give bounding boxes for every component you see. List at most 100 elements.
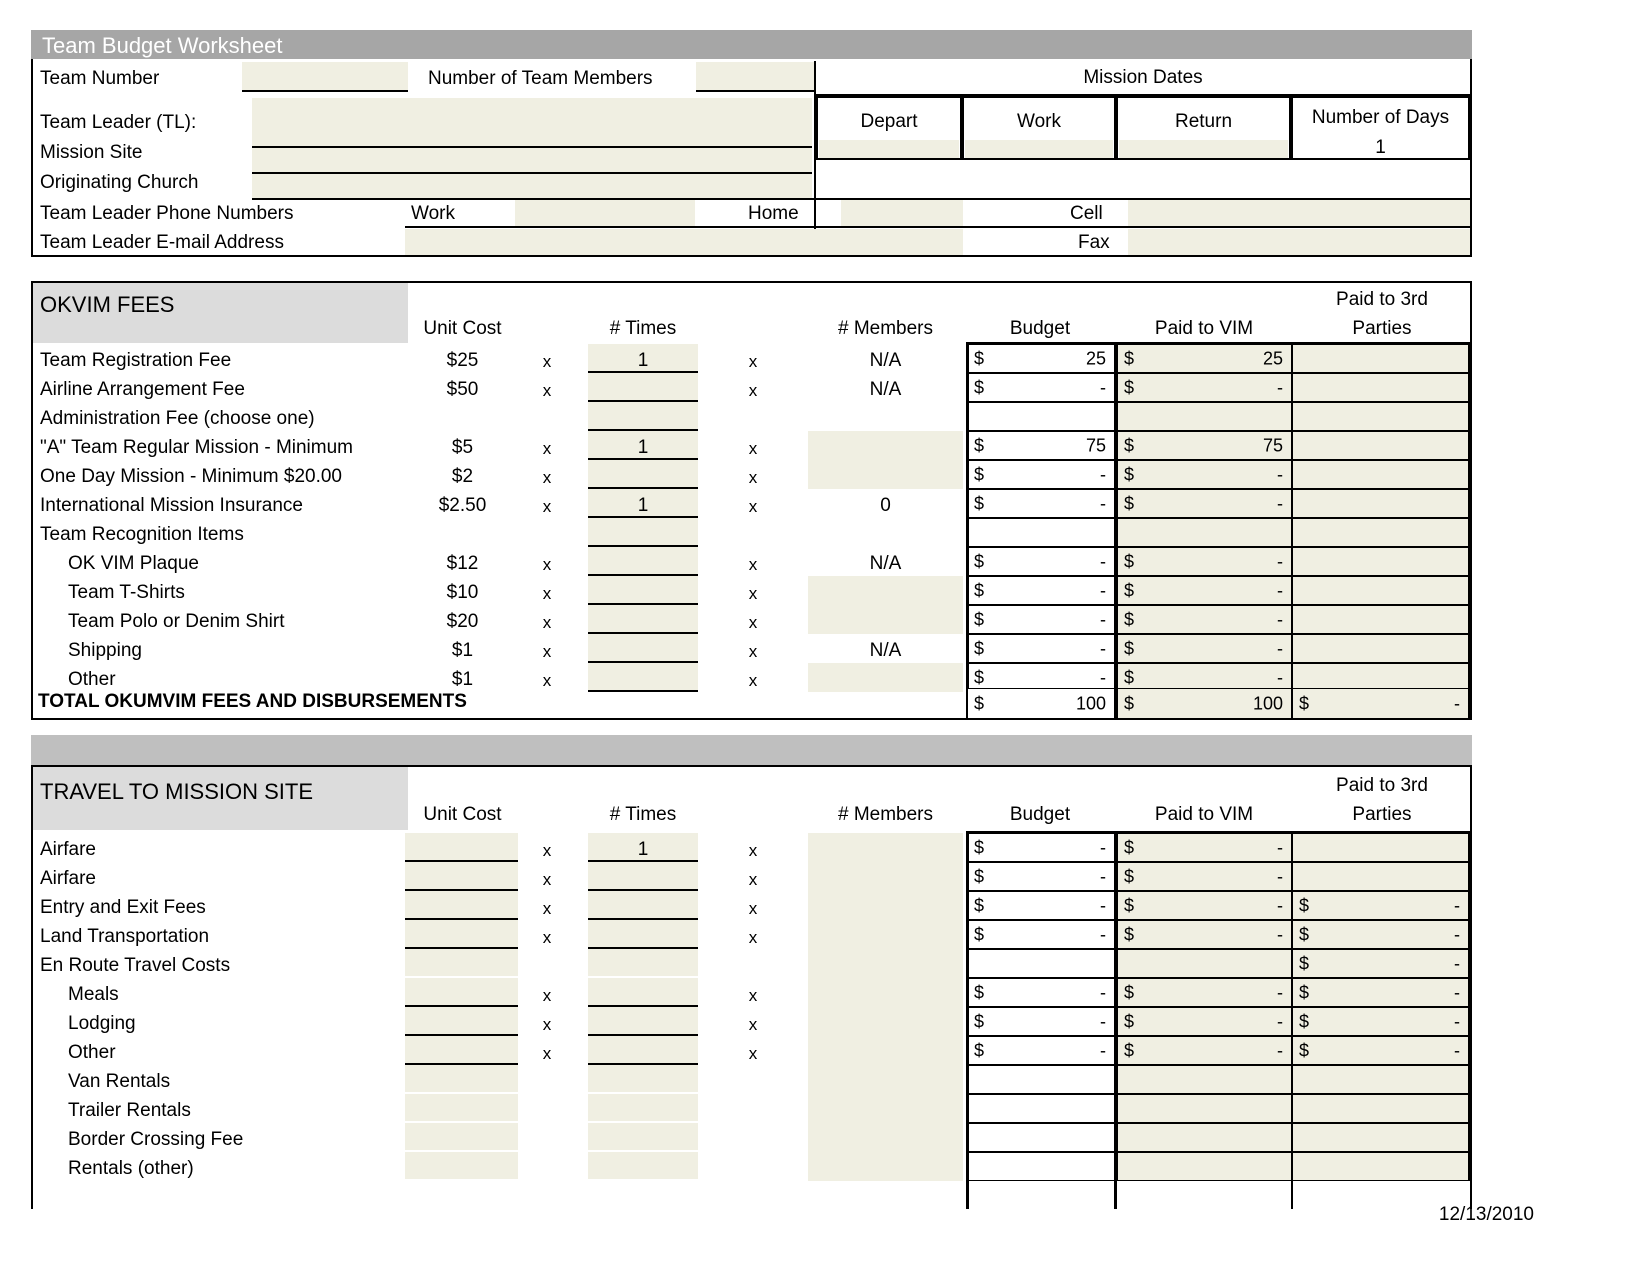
fax-input[interactable] [1128,229,1470,255]
times-input[interactable] [588,547,698,574]
paid-to-vim-cell: $25 [1116,344,1293,373]
times-input[interactable] [588,663,698,690]
members-input[interactable] [808,1152,963,1181]
times-input[interactable] [588,1152,698,1179]
members-value: N/A [869,350,902,371]
currency-symbol: $ [1124,580,1135,600]
unit-cost-input[interactable] [405,862,518,889]
unit-cost-input[interactable] [405,1152,518,1179]
paid-to-third-cell: $ - [1291,1007,1470,1036]
members-input[interactable] [808,460,963,489]
operator-x: x [542,1015,552,1034]
unit-cost-input[interactable] [405,1123,518,1150]
members-input[interactable] [808,1065,963,1094]
members-input[interactable] [808,978,963,1007]
currency-symbol: $ [1124,837,1135,857]
times-input[interactable] [588,576,698,603]
paid-to-third-value: - [1454,982,1460,1002]
team-number-input[interactable] [242,62,408,90]
row-label: En Route Travel Costs [40,955,231,976]
members-input[interactable] [808,920,963,949]
work-phone-input[interactable] [515,200,695,226]
times-input[interactable] [588,862,698,889]
email-input[interactable] [405,229,963,255]
mission-work-value-input[interactable] [965,140,1113,158]
members-value: N/A [869,640,902,661]
times-input[interactable] [588,978,698,1005]
cell-phone-input[interactable] [1128,200,1470,226]
times-input[interactable] [588,373,698,400]
budget-cell: $ - [966,1007,1116,1036]
team-leader-input[interactable] [252,98,812,146]
currency-symbol: $ [974,924,985,944]
currency-symbol: $ [974,1011,985,1031]
members-input[interactable] [808,605,963,634]
unit-cost-value: $2.50 [438,495,487,516]
times-input[interactable] [588,634,698,661]
travel-col-third-line1: Paid to 3rd [1336,775,1428,796]
unit-cost-input[interactable] [405,1007,518,1034]
row-label: Trailer Rentals [68,1100,191,1121]
times-input[interactable] [588,460,698,487]
unit-cost-input[interactable] [405,978,518,1005]
members-input[interactable] [808,1123,963,1152]
operator-x: x [542,986,552,1005]
paid-to-vim-cell: $ - [1116,634,1293,663]
times-input[interactable] [588,1123,698,1150]
times-input[interactable] [588,518,698,545]
members-input[interactable] [808,862,963,891]
times-input[interactable] [588,1065,698,1092]
members-input[interactable] [808,1094,963,1123]
mission-site-input[interactable] [252,148,812,172]
unit-cost-value: $50 [446,379,479,400]
paid-to-vim-cell: $ - [1116,1007,1293,1036]
home-phone-label: Home [748,203,799,224]
paid-to-vim-cell: $ - [1116,576,1293,605]
times-input[interactable] [588,1007,698,1034]
members-input[interactable] [808,949,963,978]
currency-symbol: $ [974,866,985,886]
row-label: Entry and Exit Fees [40,897,206,918]
members-input[interactable] [808,1036,963,1065]
members-input[interactable] [808,833,963,862]
unit-cost-input[interactable] [405,833,518,860]
times-input[interactable] [588,920,698,947]
times-input[interactable] [588,949,698,976]
unit-cost-value: $1 [451,640,474,661]
budget-cell-empty [966,402,1116,431]
unit-cost-input[interactable] [405,920,518,947]
unit-cost-value: $2 [451,466,474,487]
currency-symbol: $ [1299,1040,1310,1060]
unit-cost-input[interactable] [405,1065,518,1092]
unit-cost-input[interactable] [405,891,518,918]
paid-to-vim-cell-empty [1116,949,1293,978]
times-input[interactable] [588,891,698,918]
members-input[interactable] [808,663,963,692]
operator-x: x [748,381,758,400]
times-input[interactable] [588,1094,698,1121]
unit-cost-input[interactable] [405,1094,518,1121]
unit-cost-input[interactable] [405,1036,518,1063]
times-input[interactable] [588,605,698,632]
unit-cost-input[interactable] [405,949,518,976]
email-label: Team Leader E-mail Address [40,232,284,253]
times-input[interactable] [588,402,698,429]
home-phone-input[interactable] [841,200,963,226]
paid-to-vim-cell-empty [1116,1094,1293,1123]
times-input[interactable] [588,1036,698,1063]
paid-to-third-cell [1291,489,1470,518]
members-input[interactable] [808,1007,963,1036]
originating-church-input[interactable] [252,174,812,198]
num-members-input[interactable] [696,62,814,90]
operator-x: x [748,468,758,487]
paid-to-vim-cell: $ - [1116,978,1293,1007]
mission-depart-value-input[interactable] [819,140,959,158]
paid-to-third-cell [1291,605,1470,634]
members-input[interactable] [808,576,963,605]
members-input[interactable] [808,891,963,920]
members-input[interactable] [808,431,963,460]
row-label: Airfare [40,839,96,860]
travel-col-times: # Times [609,804,677,825]
mission-return-value-input[interactable] [1119,140,1288,158]
row-label: Team Polo or Denim Shirt [68,611,285,632]
